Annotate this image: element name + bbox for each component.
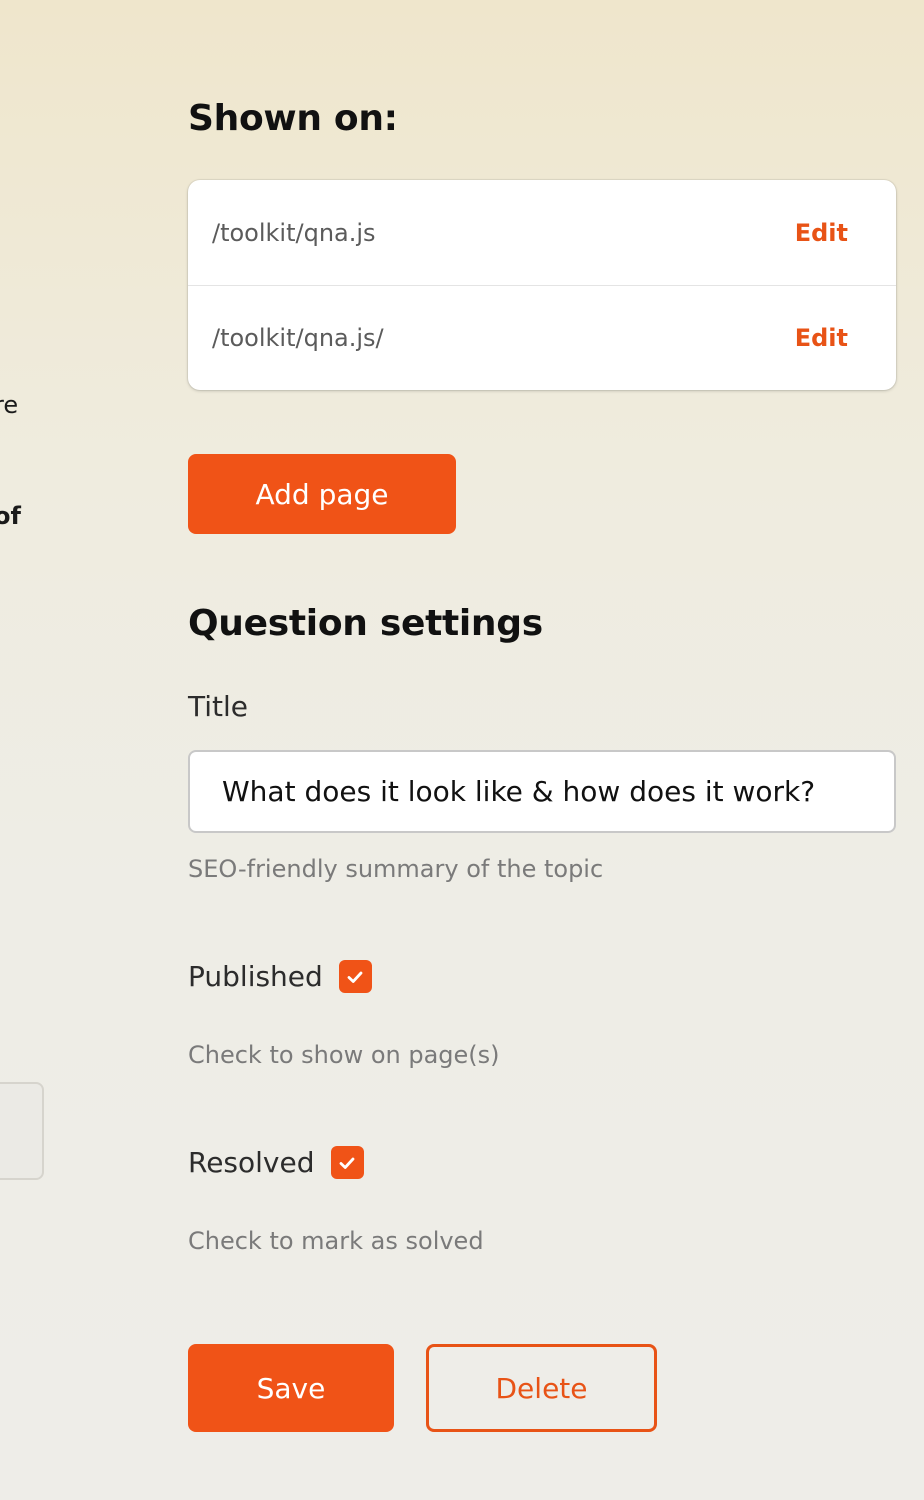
left-text-fragment-bold: of — [0, 502, 21, 530]
pages-list: /toolkit/qna.js Edit /toolkit/qna.js/ Ed… — [188, 180, 896, 390]
resolved-row: Resolved — [188, 1146, 364, 1179]
published-checkbox[interactable] — [338, 960, 372, 993]
delete-button[interactable]: Delete — [426, 1344, 657, 1432]
title-input[interactable] — [188, 750, 896, 833]
save-button[interactable]: Save — [188, 1344, 394, 1432]
published-help-text: Check to show on page(s) — [188, 1041, 500, 1069]
edit-page-link[interactable]: Edit — [795, 219, 848, 247]
page-path: /toolkit/qna.js — [212, 218, 376, 247]
left-clipped-box — [0, 1082, 44, 1180]
page-row: /toolkit/qna.js/ Edit — [188, 285, 896, 390]
title-label: Title — [188, 690, 249, 723]
page-row: /toolkit/qna.js Edit — [188, 180, 896, 285]
left-text-fragment: re — [0, 391, 19, 419]
edit-page-link[interactable]: Edit — [795, 324, 848, 352]
published-label: Published — [188, 960, 323, 993]
resolved-label: Resolved — [188, 1146, 315, 1179]
question-settings-heading: Question settings — [188, 603, 543, 644]
checkmark-icon — [339, 1157, 355, 1169]
title-help-text: SEO-friendly summary of the topic — [188, 855, 604, 883]
add-page-button[interactable]: Add page — [188, 454, 456, 534]
page-path: /toolkit/qna.js/ — [212, 324, 384, 352]
checkmark-icon — [347, 971, 363, 983]
resolved-checkbox[interactable] — [330, 1146, 364, 1179]
shown-on-heading: Shown on: — [188, 98, 398, 139]
resolved-help-text: Check to mark as solved — [188, 1227, 484, 1255]
published-row: Published — [188, 960, 372, 993]
